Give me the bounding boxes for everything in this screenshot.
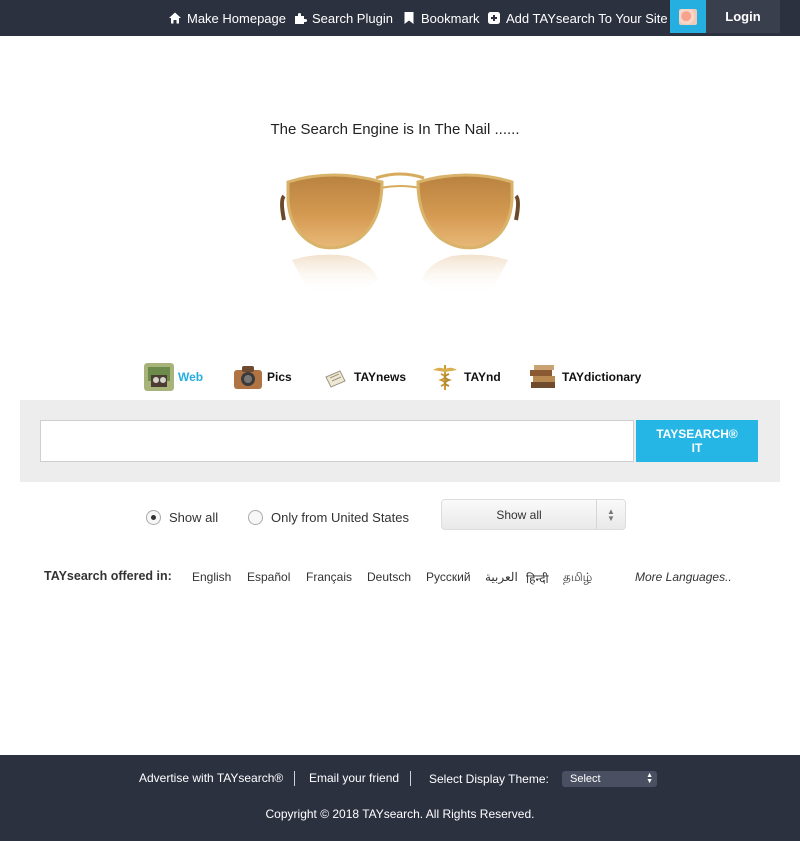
tab-web-label: Web (178, 370, 204, 384)
web-tab-icon (144, 363, 174, 391)
copyright-text: Copyright © 2018 TAYsearch. All Rights R… (265, 807, 535, 821)
email-friend-link[interactable]: Email your friend (309, 771, 399, 785)
caduceus-icon (433, 365, 457, 390)
sunglasses-logo (280, 172, 520, 295)
tab-taynd-label: TAYnd (464, 370, 501, 384)
radio-selected-icon (146, 509, 161, 525)
lang-espanol[interactable]: Español (247, 570, 290, 584)
footer-divider (294, 771, 295, 786)
footer-divider (410, 771, 411, 786)
tab-taynd[interactable]: TAYnd (430, 362, 501, 392)
languages-title: TAYsearch offered in: (44, 569, 172, 583)
radio-only-country[interactable]: Only from United States (248, 508, 409, 526)
tab-pics-label: Pics (267, 370, 292, 384)
advertise-link[interactable]: Advertise with TAYsearch® (139, 771, 283, 785)
theme-select-value: Select (570, 773, 601, 785)
search-plugin-link[interactable]: Search Plugin (293, 0, 393, 36)
filter-select-value: Show all (496, 507, 542, 522)
search-button[interactable]: TAYSEARCH® IT (636, 420, 758, 462)
lang-francais[interactable]: Français (306, 570, 352, 584)
make-homepage-label: Make Homepage (187, 10, 286, 26)
select-arrows-icon: ▲ ▼ (646, 772, 653, 785)
tab-taynews[interactable]: TAYnews (320, 362, 406, 392)
footer: Advertise with TAYsearch® Email your fri… (0, 755, 800, 841)
tab-taynews-label: TAYnews (354, 370, 407, 384)
add-to-site-link[interactable]: Add TAYsearch To Your Site (487, 0, 668, 36)
select-arrows-icon: ▲ ▼ (596, 500, 625, 529)
theme-label: Select Display Theme: (429, 772, 549, 786)
tab-taydictionary[interactable]: TAYdictionary (528, 362, 641, 392)
radio-unselected-icon (248, 509, 263, 525)
add-to-site-label: Add TAYsearch To Your Site (506, 10, 668, 26)
lang-arabic[interactable]: العربية (485, 570, 518, 584)
radio-show-all[interactable]: Show all (146, 508, 218, 526)
books-icon (530, 365, 555, 388)
bookmark-link[interactable]: Bookmark (402, 0, 480, 36)
login-button[interactable]: Login (706, 0, 780, 33)
newspaper-icon (325, 370, 346, 388)
radio-only-country-label: Only from United States (271, 509, 409, 525)
user-avatar-button[interactable] (670, 0, 706, 33)
plus-square-icon (488, 12, 500, 24)
tab-web[interactable]: Web (144, 362, 203, 392)
camera-icon (234, 366, 262, 389)
search-plugin-label: Search Plugin (312, 10, 393, 26)
avatar-icon (679, 8, 697, 25)
theme-select[interactable]: Select ▲ ▼ (562, 771, 657, 787)
lang-deutsch[interactable]: Deutsch (367, 570, 411, 584)
lang-russian[interactable]: Русский (426, 570, 471, 584)
more-languages-link[interactable]: More Languages.. (635, 570, 732, 584)
tab-pics[interactable]: Pics (233, 362, 292, 392)
lang-english[interactable]: English (192, 570, 231, 584)
search-input[interactable] (40, 420, 634, 462)
bookmark-label: Bookmark (421, 10, 480, 26)
make-homepage-link[interactable]: Make Homepage (168, 0, 286, 36)
radio-show-all-label: Show all (169, 509, 219, 525)
puzzle-icon (295, 13, 307, 24)
filter-select[interactable]: Show all ▲ ▼ (441, 499, 626, 530)
top-navigation-bar: Make Homepage Search Plugin Bookmark Add… (0, 0, 800, 36)
lang-hindi[interactable]: हिन्दी (526, 570, 549, 587)
tagline: The Search Engine is In The Nail ...... (270, 121, 520, 138)
tab-taydictionary-label: TAYdictionary (562, 370, 642, 384)
lang-tamil[interactable]: தமிழ் (563, 570, 592, 586)
home-icon (169, 12, 181, 24)
bookmark-icon (404, 12, 414, 24)
